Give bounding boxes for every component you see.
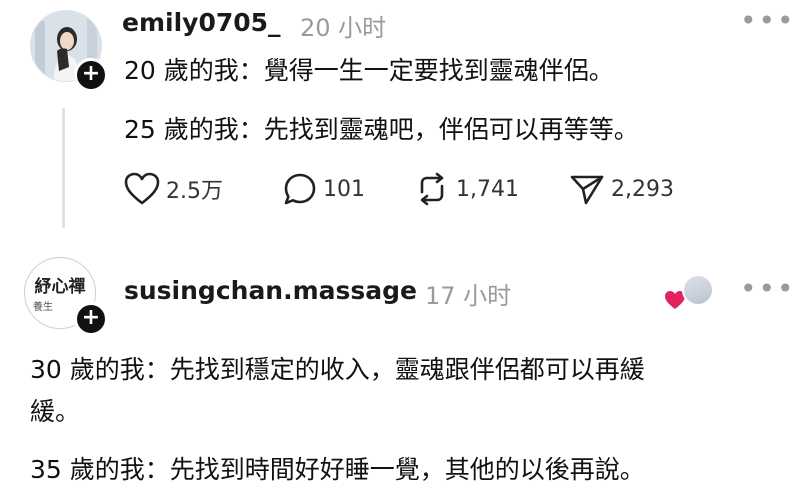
repost-icon <box>420 172 444 206</box>
reply-username[interactable]: susingchan.massage <box>124 276 417 305</box>
share-count: 2,293 <box>611 176 674 202</box>
reply-text-line-1: 30 歲的我：先找到穩定的收入，靈魂跟伴侶都可以再緩 <box>30 355 645 384</box>
comment-count: 101 <box>323 176 365 202</box>
like-button[interactable]: 2.5万 <box>124 172 223 206</box>
avatar-brand-subtext: 養生 <box>33 302 53 313</box>
share-button[interactable]: 2,293 <box>569 172 674 206</box>
liker-avatar[interactable] <box>682 274 714 306</box>
reply-time: 17 小时 <box>425 282 512 310</box>
like-count: 2.5万 <box>166 179 223 204</box>
comment-icon <box>284 173 316 205</box>
thread-connector-line <box>62 108 65 228</box>
post-username[interactable]: emily0705_ <box>122 8 281 37</box>
follow-plus-icon[interactable]: + <box>74 302 108 336</box>
repost-count: 1,741 <box>456 176 519 202</box>
avatar-brand-text: 紓心禪 <box>34 277 86 297</box>
follow-plus-icon[interactable]: + <box>74 58 108 92</box>
reply-text-line-1b: 緩。 <box>30 397 81 426</box>
reply-more-icon[interactable]: ••• <box>740 272 796 305</box>
send-icon <box>570 175 604 205</box>
post-more-icon[interactable]: ••• <box>740 4 796 37</box>
reply-text-line-2: 35 歲的我：先找到時間好好睡一覺，其他的以後再說。 <box>30 455 645 484</box>
repost-button[interactable]: 1,741 <box>414 172 519 206</box>
post-text-line-2: 25 歲的我：先找到靈魂吧，伴侶可以再等等。 <box>124 115 639 144</box>
heart-icon <box>124 172 160 205</box>
comment-button[interactable]: 101 <box>283 172 365 206</box>
post-time: 20 小时 <box>300 14 387 42</box>
post-text-line-1: 20 歲的我：覺得一生一定要找到靈魂伴侶。 <box>124 56 614 85</box>
